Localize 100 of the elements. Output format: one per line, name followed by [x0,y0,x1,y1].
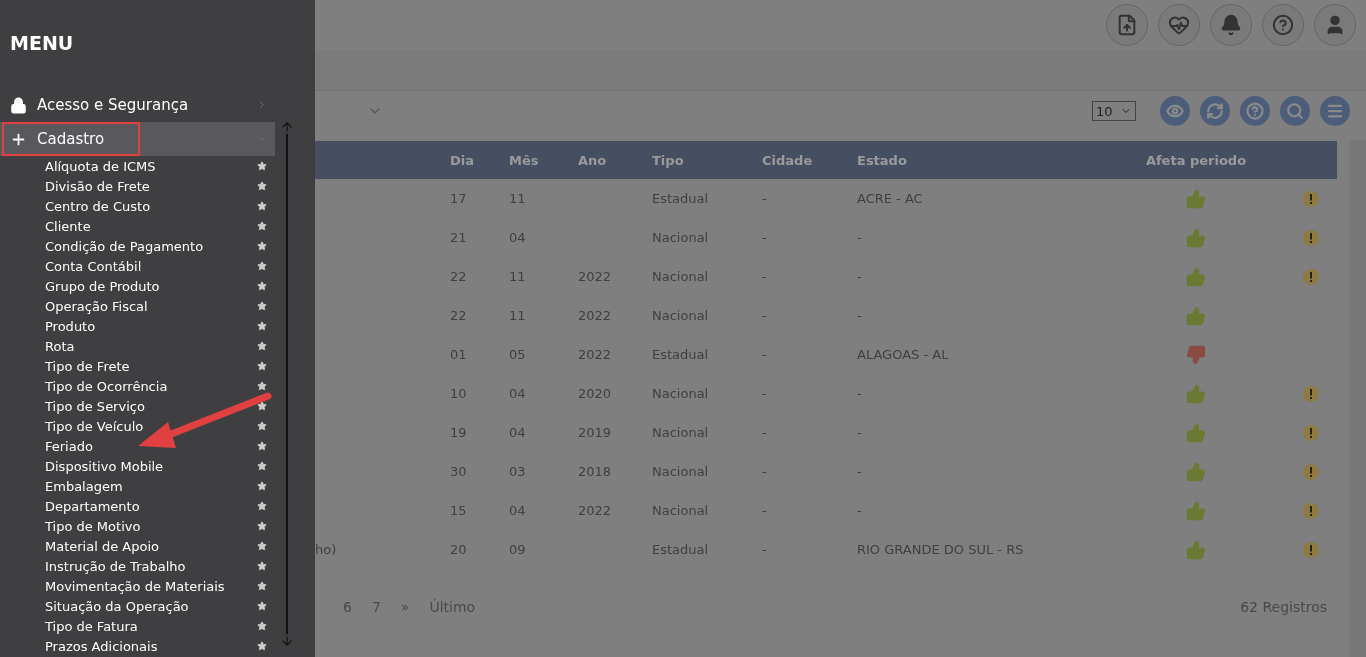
table-cell-text: RIO GRANDE DO SUL - RS [857,542,1025,557]
menu-item[interactable]: Operação Fiscal [0,296,275,316]
menu-item[interactable]: Embalagem [0,476,275,496]
menu-item[interactable]: Tipo de Serviço [0,396,275,416]
menu-section[interactable]: Acesso e Segurança [0,88,275,122]
table-cell-text: 21 [450,230,468,245]
star-icon[interactable] [257,521,267,531]
table-cell-text: 2022 [578,269,613,284]
menu-item[interactable]: Centro de Custo [0,196,275,216]
table-cell-text: 11 [509,308,527,323]
star-icon[interactable] [257,401,267,411]
star-icon[interactable] [257,441,267,451]
menu-item[interactable]: Tipo de Fatura [0,616,275,636]
table-cell-text: - [762,503,768,518]
menu-item[interactable]: Rota [0,336,275,356]
star-icon[interactable] [257,641,267,651]
star-icon[interactable] [257,281,267,291]
table-cell-text: - [762,464,768,479]
user-button[interactable] [1314,4,1356,46]
star-icon[interactable] [257,601,267,611]
star-icon[interactable] [257,581,267,591]
menu-item[interactable]: Tipo de Motivo [0,516,275,536]
table-cell-text: Nacional [652,386,710,401]
menu-item[interactable]: Prazos Adicionais [0,636,275,656]
menu-item[interactable]: Movimentação de Materiais [0,576,275,596]
table-cell-text: - [857,503,863,518]
table-cell-text: 2022 [578,308,613,323]
star-icon[interactable] [257,241,267,251]
table-cell-text: - [762,308,768,323]
table-cell-text: 04 [509,503,527,518]
menu-item[interactable]: Tipo de Frete [0,356,275,376]
star-icon[interactable] [257,561,267,571]
star-icon[interactable] [257,181,267,191]
table-cell-text: - [762,269,768,284]
menu-item[interactable]: Tipo de Ocorrência [0,376,275,396]
table-cell-text: Nacional [652,425,710,440]
menu-item[interactable]: Instrução de Trabalho [0,556,275,576]
menu-item[interactable]: Tipo de Veículo [0,416,275,436]
search-icon [1286,102,1304,120]
table-cell-text: Nacional [652,269,710,284]
table-cell-text: 11 [509,191,527,206]
table-cell-text: ho) [315,542,338,557]
table-cell-text: - [762,347,768,362]
star-icon[interactable] [257,341,267,351]
menu-item[interactable]: Departamento [0,496,275,516]
chevron-icon [257,100,267,110]
table-cell-text: 01 [450,347,468,362]
bell-button[interactable] [1210,4,1252,46]
lock-icon [10,96,27,114]
file-upload-button[interactable] [1106,4,1148,46]
table-cell-text: 09 [509,542,527,557]
help-button[interactable] [1262,4,1304,46]
table-cell-text: - [762,191,768,206]
table-cell-text: - [762,425,768,440]
table-cell-text: 04 [509,425,527,440]
star-icon[interactable] [257,621,267,631]
star-icon[interactable] [257,161,267,171]
star-icon[interactable] [257,201,267,211]
table-cell-text: 22 [450,308,468,323]
star-icon[interactable] [257,501,267,511]
star-icon[interactable] [257,321,267,331]
menu-item[interactable]: Material de Apoio [0,536,275,556]
menu-item[interactable]: Produto [0,316,275,336]
menu-item[interactable]: Dispositivo Mobile [0,456,275,476]
menu-section[interactable]: Cadastro [0,122,275,156]
table-cell-text: - [857,464,863,479]
star-icon[interactable] [257,301,267,311]
table-cell-text: 04 [509,230,527,245]
star-icon[interactable] [257,261,267,271]
table-cell-text: Nacional [652,503,710,518]
star-icon[interactable] [257,221,267,231]
menu-item[interactable]: Alíquota de ICMS [0,156,275,176]
menu-item[interactable]: Condição de Pagamento [0,236,275,256]
table-cell-text: 05 [509,347,527,362]
table-cell-text: Nacional [652,308,710,323]
table-cell-text: Estadual [652,347,710,362]
table-cell-text: 22 [450,269,468,284]
menu-item[interactable]: Situação da Operação [0,596,275,616]
help-icon [1272,14,1294,36]
table-cell-text: Estadual [652,191,710,206]
table-cell-text: - [857,230,863,245]
menu-item[interactable]: Feriado [0,436,275,456]
menu-item[interactable]: Conta Contábil [0,256,275,276]
star-icon[interactable] [257,461,267,471]
heart-pulse-button[interactable] [1158,4,1200,46]
star-icon[interactable] [257,421,267,431]
menu-item[interactable]: Divisão de Frete [0,176,275,196]
table-cell-text: 2022 [578,347,613,362]
star-icon[interactable] [257,481,267,491]
table-cell-text: - [857,386,863,401]
table-cell-text: - [857,308,863,323]
star-icon[interactable] [257,381,267,391]
star-icon[interactable] [257,361,267,371]
star-icon[interactable] [257,541,267,551]
table-cell-text: ACRE - AC [857,191,924,206]
menu-item[interactable]: Grupo de Produto [0,276,275,296]
menu-item[interactable]: Cliente [0,216,275,236]
page-size-select[interactable]: 10 [1092,101,1136,121]
table-cell-text: 2018 [578,464,613,479]
table-cell-text: 04 [509,386,527,401]
